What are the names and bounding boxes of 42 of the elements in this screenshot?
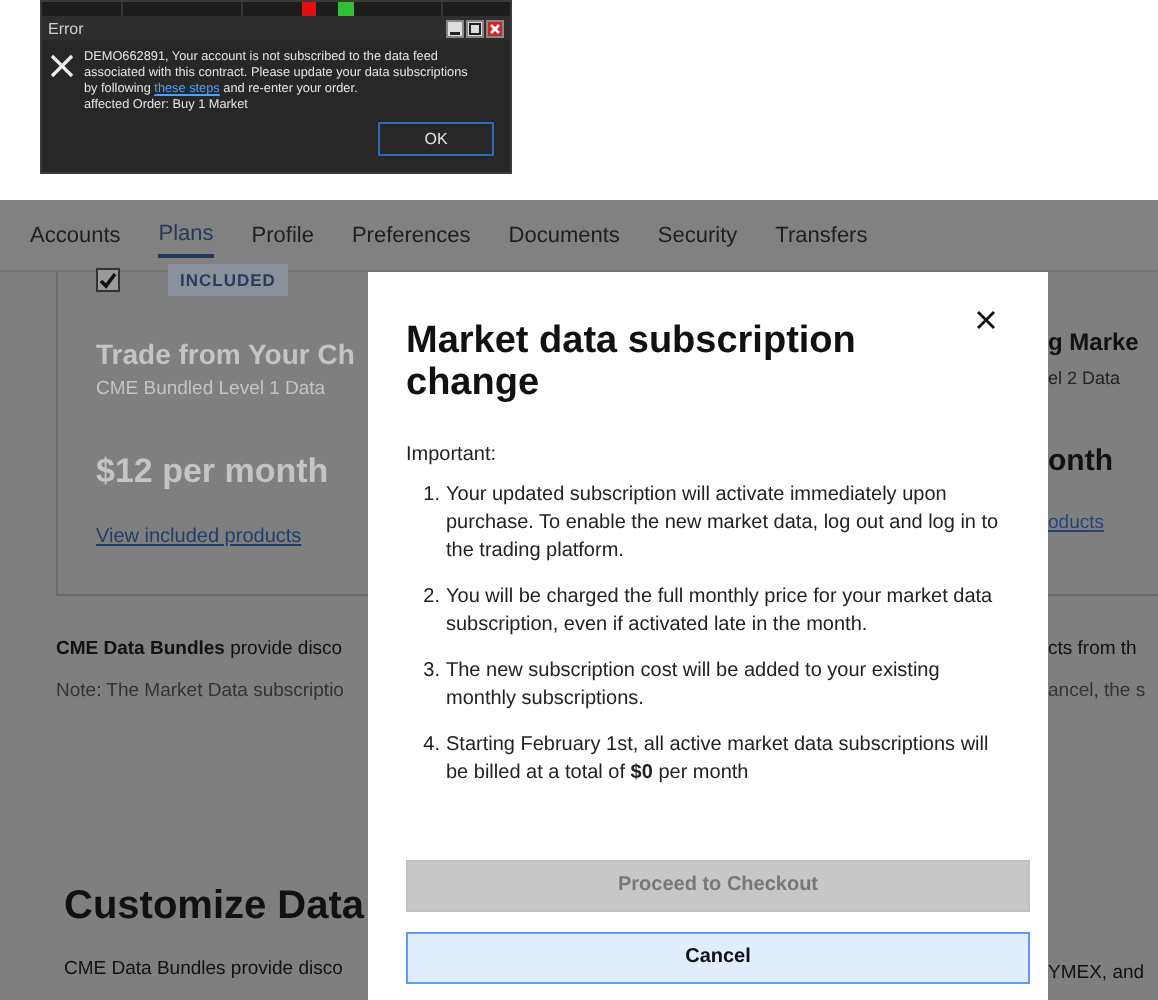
list-item-text: Your updated subscription will activate immediately upon purchase. To enable the new market data, log out and log in to the trading platform. [446,481,1001,566]
paragraph-text: CME Data Bundles provide disco [62,958,345,980]
modal-title: Market data subscription change [406,320,858,406]
ok-button[interactable]: OK [378,122,494,156]
intro-text: Important: [406,443,499,466]
included-badge: INCLUDED [168,264,288,296]
tab[interactable]: Documents [508,215,620,255]
paragraph-text: YMEX, and [1048,962,1147,984]
tab[interactable]: Security [657,215,738,255]
close-icon[interactable] [976,310,996,330]
checkbox[interactable] [96,268,120,292]
paragraph-text: ancel, the s [1048,680,1148,702]
dialog-title: Error [48,19,84,37]
tab[interactable]: Transfers [775,215,868,255]
plan-price: onth [1048,444,1115,478]
list-item-text: You will be charged the full monthly price for your market data subscription, even if activated late in the month. [446,583,995,640]
list-item-text: The new subscription cost will be added to your existing monthly subscriptions. [446,657,942,714]
close-icon[interactable] [486,19,504,37]
view-products-link[interactable]: oducts [1048,512,1158,534]
tab[interactable]: Profile [251,215,314,255]
tab[interactable]: Plans [158,213,214,257]
tab[interactable]: Accounts [30,215,121,255]
list-number: 2. [421,583,440,612]
plan-title: g Marke [1048,328,1141,356]
tab[interactable]: Preferences [351,215,471,255]
maximize-icon[interactable] [466,19,484,37]
plan-title: Trade from Your Ch [96,338,357,370]
plan-subtitle: CME Bundled Level 1 Data [96,378,328,400]
cancel-button[interactable]: Cancel [406,931,1030,984]
list-number: 4. [421,731,440,760]
section-heading: Customize Data [64,884,367,930]
paragraph-text: CME Data Bundles provide disco [54,638,345,660]
list-item-text: Starting February 1st, all active market data subscriptions will be billed at a total of $0 per month [446,731,991,788]
view-products-link[interactable]: View included products [96,526,368,548]
minimize-icon[interactable] [446,19,464,37]
list-number: 1. [421,481,440,510]
plan-price: $12 per month [96,452,331,492]
paragraph-text: cts from th [1048,638,1139,660]
error-x-icon [50,54,74,78]
paragraph-text: Note: The Market Data subscriptio [54,680,346,702]
list-number: 3. [421,657,440,686]
plan-subtitle: el 2 Data [1048,368,1123,388]
